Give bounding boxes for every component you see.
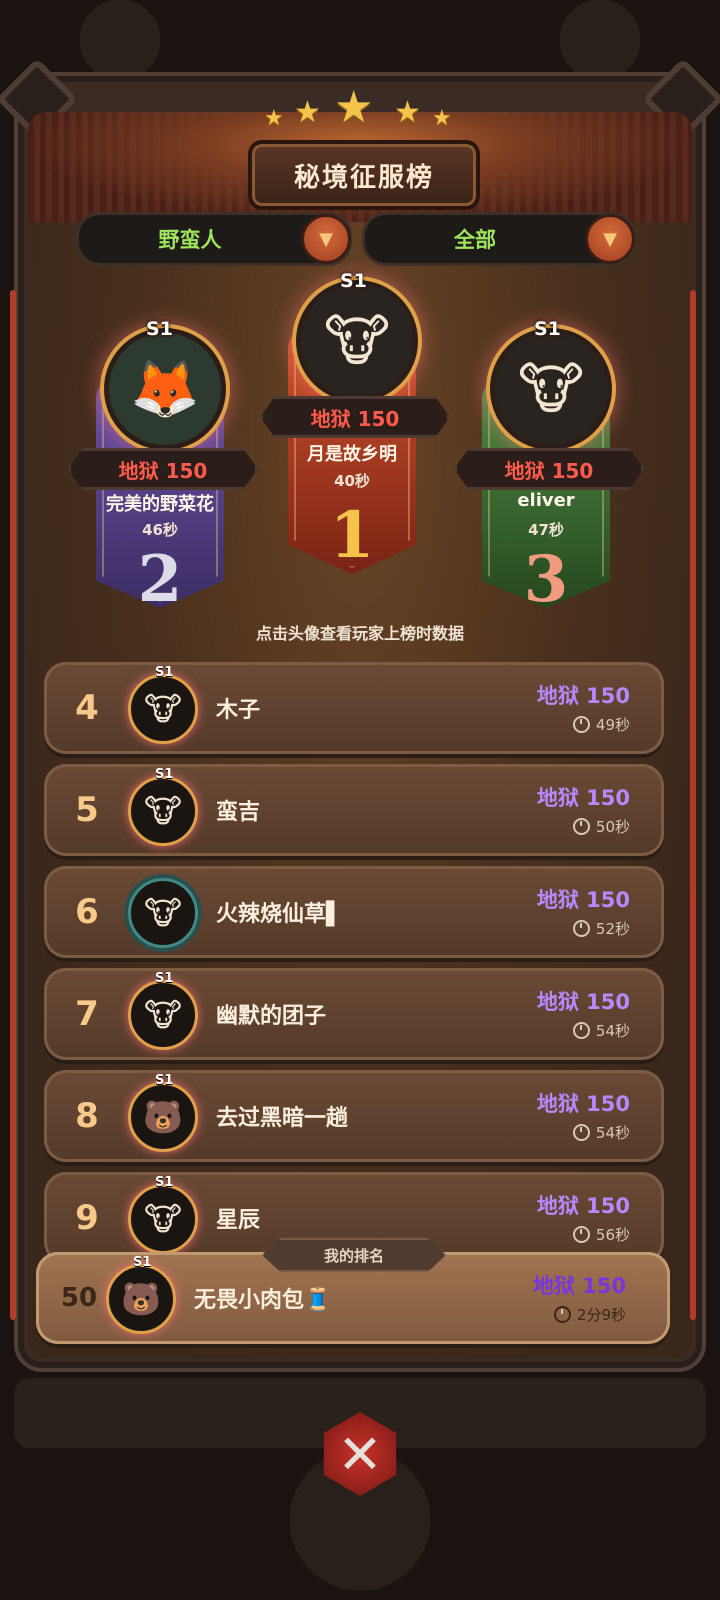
cow-avatar-icon[interactable]: 🐮 S1 (128, 971, 198, 1050)
clear-time: 54秒 (572, 1020, 630, 1041)
difficulty-label: 地狱 150 (536, 786, 630, 810)
time-value: 54秒 (595, 1124, 630, 1142)
leaderboard-row[interactable]: 4 🐮 S1 木子 地狱 150 49秒 (44, 662, 664, 754)
season-badge: S1 (340, 270, 367, 292)
stars-decoration: ★ ★ ★ ★ ★ (264, 86, 456, 140)
class-filter-label: 野蛮人 (158, 228, 222, 252)
season-badge: S1 (534, 318, 561, 340)
time-value: 52秒 (595, 920, 630, 938)
player-name: 幽默的团子 (216, 1004, 327, 1029)
rank-number: 6 (75, 892, 99, 932)
player-time: 47秒 (528, 521, 564, 539)
chevron-down-icon[interactable]: ▼ (585, 214, 635, 264)
player-name: 月是故乡明 (307, 444, 397, 465)
cow-avatar-icon[interactable]: 🐮 (128, 878, 198, 948)
clock-icon (553, 1306, 571, 1323)
season-badge: S1 (146, 318, 173, 340)
bear-avatar-icon[interactable]: 🐻 S1 (128, 1073, 198, 1152)
player-name: 火辣烧仙草▌ (216, 902, 343, 927)
player-name: 完美的野菜花 (106, 494, 214, 515)
difficulty-label: 地狱 150 (536, 888, 630, 912)
rank-number: 50 (60, 1283, 98, 1313)
rank-number: 5 (75, 790, 99, 830)
close-icon: ✕ (337, 1422, 383, 1486)
player-name: eliver (517, 490, 575, 511)
player-name: 木子 (216, 698, 261, 723)
scope-filter-dropdown[interactable]: 全部 ▼ (362, 212, 636, 266)
cow-avatar-icon[interactable]: 🐮 S1 (128, 767, 198, 846)
clock-icon (572, 920, 590, 937)
difficulty-label: 地狱 150 (536, 990, 630, 1014)
leaderboard-row[interactable]: 5 🐮 S1 蛮吉 地狱 150 50秒 (44, 764, 664, 856)
difficulty-label: 地狱 150 (536, 684, 630, 708)
time-value: 49秒 (595, 716, 630, 734)
season-badge: S1 (133, 1255, 152, 1270)
side-accent (10, 290, 16, 1320)
leaderboard-row[interactable]: 8 🐻 S1 去过黑暗一趟 地狱 150 54秒 (44, 1070, 664, 1162)
rank-number: 7 (75, 994, 99, 1034)
star-icon: ★ (264, 106, 284, 131)
player-name: 去过黑暗一趟 (216, 1106, 349, 1131)
clear-time: 49秒 (572, 714, 630, 735)
difficulty-tag: 地狱 150 (260, 396, 450, 438)
class-filter-dropdown[interactable]: 野蛮人 ▼ (76, 212, 352, 266)
rank-number: 2 (137, 542, 183, 617)
difficulty-label: 地狱 150 (536, 1092, 630, 1116)
star-icon: ★ (294, 95, 321, 130)
difficulty-label: 地狱 150 (532, 1274, 626, 1298)
season-badge: S1 (155, 1073, 174, 1088)
season-badge: S1 (155, 1175, 174, 1190)
rank-number: 8 (75, 1096, 99, 1136)
clear-time: 56秒 (572, 1224, 630, 1245)
clear-time: 52秒 (572, 918, 630, 939)
rank-number: 3 (523, 542, 569, 617)
difficulty-label: 地狱 150 (536, 1194, 630, 1218)
my-ranking-label: 我的排名 (262, 1238, 446, 1272)
clock-icon (572, 716, 590, 733)
cow-avatar-icon[interactable]: 🐮 (296, 280, 418, 402)
clear-time: 50秒 (572, 816, 630, 837)
player-time: 40秒 (334, 472, 370, 490)
clear-time: 54秒 (572, 1122, 630, 1143)
time-value: 50秒 (595, 818, 630, 836)
cow-avatar-icon[interactable]: 🐮 (490, 328, 612, 450)
leaderboard-row[interactable]: 6 🐮 火辣烧仙草▌ 地狱 150 52秒 (44, 866, 664, 958)
fox-avatar-icon[interactable]: 🦊 (104, 328, 226, 450)
clear-time: 2分9秒 (553, 1304, 626, 1325)
side-accent (690, 290, 696, 1320)
cow-avatar-icon[interactable]: 🐮 S1 (128, 665, 198, 744)
cow-avatar-icon[interactable]: 🐮 S1 (128, 1175, 198, 1254)
rank-number: 4 (75, 688, 99, 728)
rank-number: 9 (75, 1198, 99, 1238)
clock-icon (572, 818, 590, 835)
star-icon: ★ (334, 82, 374, 133)
chevron-down-icon[interactable]: ▼ (301, 214, 351, 264)
star-icon: ★ (432, 106, 452, 131)
player-time: 46秒 (142, 521, 178, 539)
time-value: 54秒 (595, 1022, 630, 1040)
rank-number: 1 (329, 498, 375, 573)
season-badge: S1 (155, 971, 174, 986)
player-name: 星辰 (216, 1208, 261, 1233)
player-name: 蛮吉 (216, 800, 261, 825)
clock-icon (572, 1124, 590, 1141)
hint-text: 点击头像查看玩家上榜时数据 (255, 624, 464, 643)
bear-avatar-icon[interactable]: 🐻 S1 (106, 1255, 176, 1334)
season-badge: S1 (155, 665, 174, 680)
clock-icon (572, 1226, 590, 1243)
difficulty-tag: 地狱 150 (68, 448, 258, 490)
time-value: 2分9秒 (576, 1306, 626, 1324)
time-value: 56秒 (595, 1226, 630, 1244)
page-title: 秘境征服榜 (248, 140, 480, 210)
star-icon: ★ (394, 95, 421, 130)
leaderboard-row[interactable]: 7 🐮 S1 幽默的团子 地狱 150 54秒 (44, 968, 664, 1060)
scope-filter-label: 全部 (454, 228, 496, 252)
difficulty-tag: 地狱 150 (454, 448, 644, 490)
season-badge: S1 (155, 767, 174, 782)
clock-icon (572, 1022, 590, 1039)
